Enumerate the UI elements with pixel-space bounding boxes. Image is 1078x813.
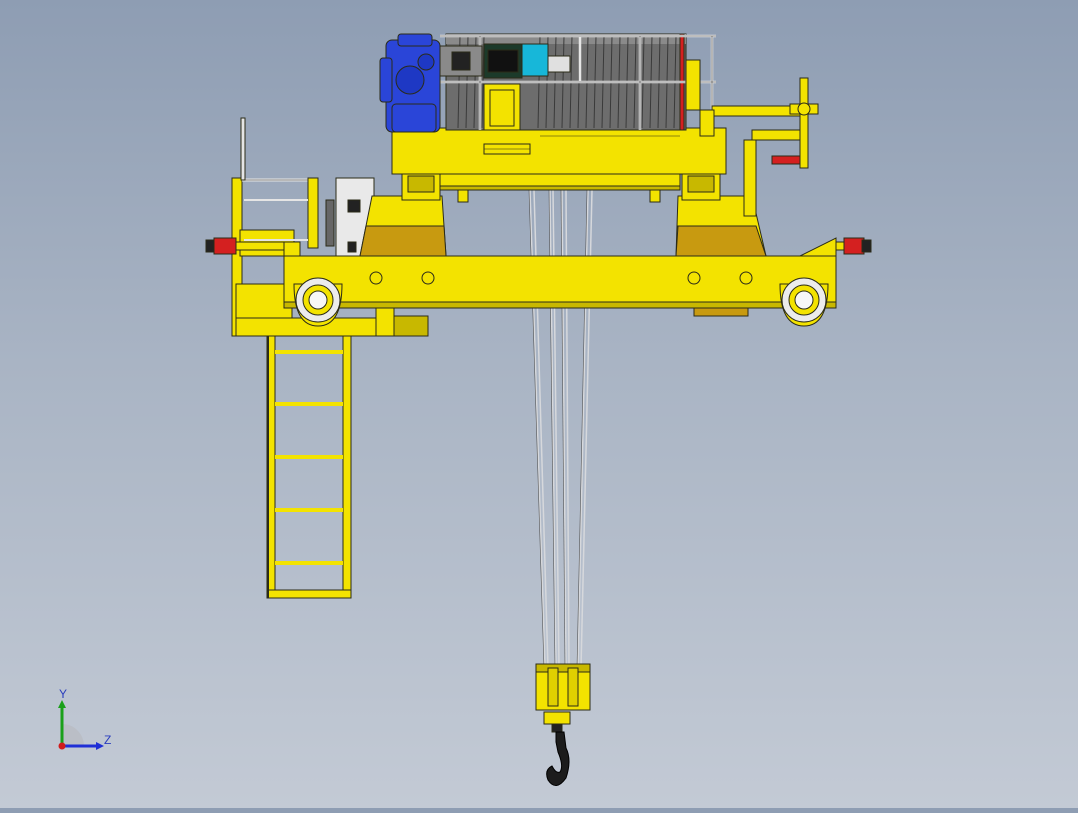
access-ladder [266, 333, 352, 599]
crane-trolley-drawing [205, 33, 872, 786]
x-axis-dot [58, 742, 66, 750]
gearbox [379, 33, 441, 133]
axis-triad: Y Z [58, 687, 111, 750]
wheel-right [779, 277, 829, 327]
buffer-right [835, 237, 872, 255]
hook-block [535, 663, 591, 733]
z-axis-label: Z [104, 733, 111, 747]
y-axis-label: Y [59, 687, 67, 701]
trolley-frame [391, 127, 727, 203]
cad-viewport[interactable]: Y Z [0, 0, 1078, 808]
hook [546, 731, 570, 786]
